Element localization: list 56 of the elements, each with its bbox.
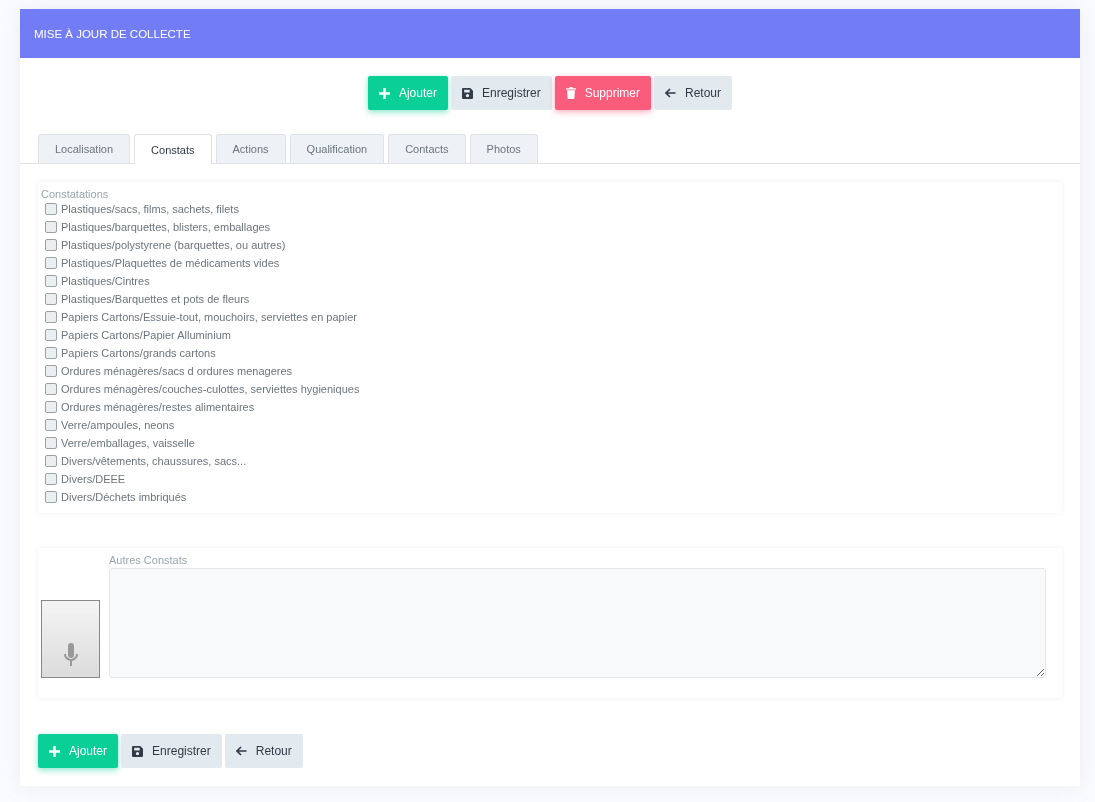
tab[interactable]: Photos [469,134,538,163]
checkbox-label: Ordures ménagères/couches-culottes, serviettes hygieniques [61,383,360,395]
checkbox[interactable] [45,473,57,485]
plus-icon [378,87,390,99]
checkbox[interactable] [45,347,57,359]
checkbox[interactable] [45,437,57,449]
save-button[interactable]: Enregistrer [450,76,552,110]
checkbox[interactable] [45,491,57,503]
checkbox[interactable] [45,293,57,305]
delete-button[interactable]: Supprimer [554,76,651,110]
checkbox-label: Divers/vêtements, chaussures, sacs... [61,455,247,467]
left-arrow-icon [235,746,247,756]
checkbox[interactable] [45,329,57,341]
left-arrow-icon [665,88,676,98]
checkbox-label: Plastiques/polystyrene (barquettes, ou autres) [61,239,286,251]
checkbox[interactable] [45,257,57,269]
checkbox-label: Ordures ménagères/sacs d ordures menageres [61,365,293,377]
page-title: MISE À JOUR DE COLLECTE [34,27,191,40]
tab[interactable]: Actions [215,134,286,163]
field-label: Autres Constats [109,554,189,566]
microphone-button[interactable] [41,600,100,678]
checkbox[interactable] [45,311,57,323]
checkbox-label: Divers/Déchets imbriqués [61,491,187,503]
tab[interactable]: Constats [134,134,212,164]
trash-icon [565,87,576,99]
checkbox[interactable] [45,365,57,377]
checkbox[interactable] [45,455,57,467]
checkbox-label: Plastiques/Plaquettes de médicaments vides [61,257,280,269]
microphone-icon [63,643,78,667]
notes-textarea[interactable] [109,568,1046,678]
tab[interactable]: Contacts [388,134,466,163]
checkbox-label: Divers/DEEE [61,473,126,485]
checkbox[interactable] [45,419,57,431]
plus-icon [49,745,60,757]
checkbox[interactable] [45,383,57,395]
checkbox-label: Plastiques/Cintres [61,275,150,287]
checkbox-label: Papiers Cartons/Essuie-tout, mouchoirs, serviettes en papier [61,311,357,323]
checkbox[interactable] [45,239,57,251]
back-button[interactable]: Retour [224,734,303,768]
checkbox-label: Plastiques/Barquettes et pots de fleurs [61,293,250,305]
section-label: Constatations [41,188,110,200]
checkbox-label: Verre/emballages, vaisselle [61,437,195,449]
checkbox-label: Plastiques/barquettes, blisters, emballages [61,221,271,233]
checkbox[interactable] [45,203,57,215]
checkbox[interactable] [45,221,57,233]
tab[interactable]: Localisation [38,134,131,163]
checkbox-label: Papiers Cartons/grands cartons [61,347,216,359]
save-button[interactable]: Enregistrer [121,734,222,768]
checkbox-label: Papiers Cartons/Papier Alluminium [61,329,231,341]
tab[interactable]: Qualification [289,134,385,163]
checkbox[interactable] [45,275,57,287]
checkbox-label: Ordures ménagères/restes alimentaires [61,401,255,413]
checkbox[interactable] [45,401,57,413]
checkbox-label: Plastiques/sacs, films, sachets, filets [61,203,239,215]
back-button[interactable]: Retour [654,76,733,110]
checkbox-label: Verre/ampoules, neons [61,419,175,431]
